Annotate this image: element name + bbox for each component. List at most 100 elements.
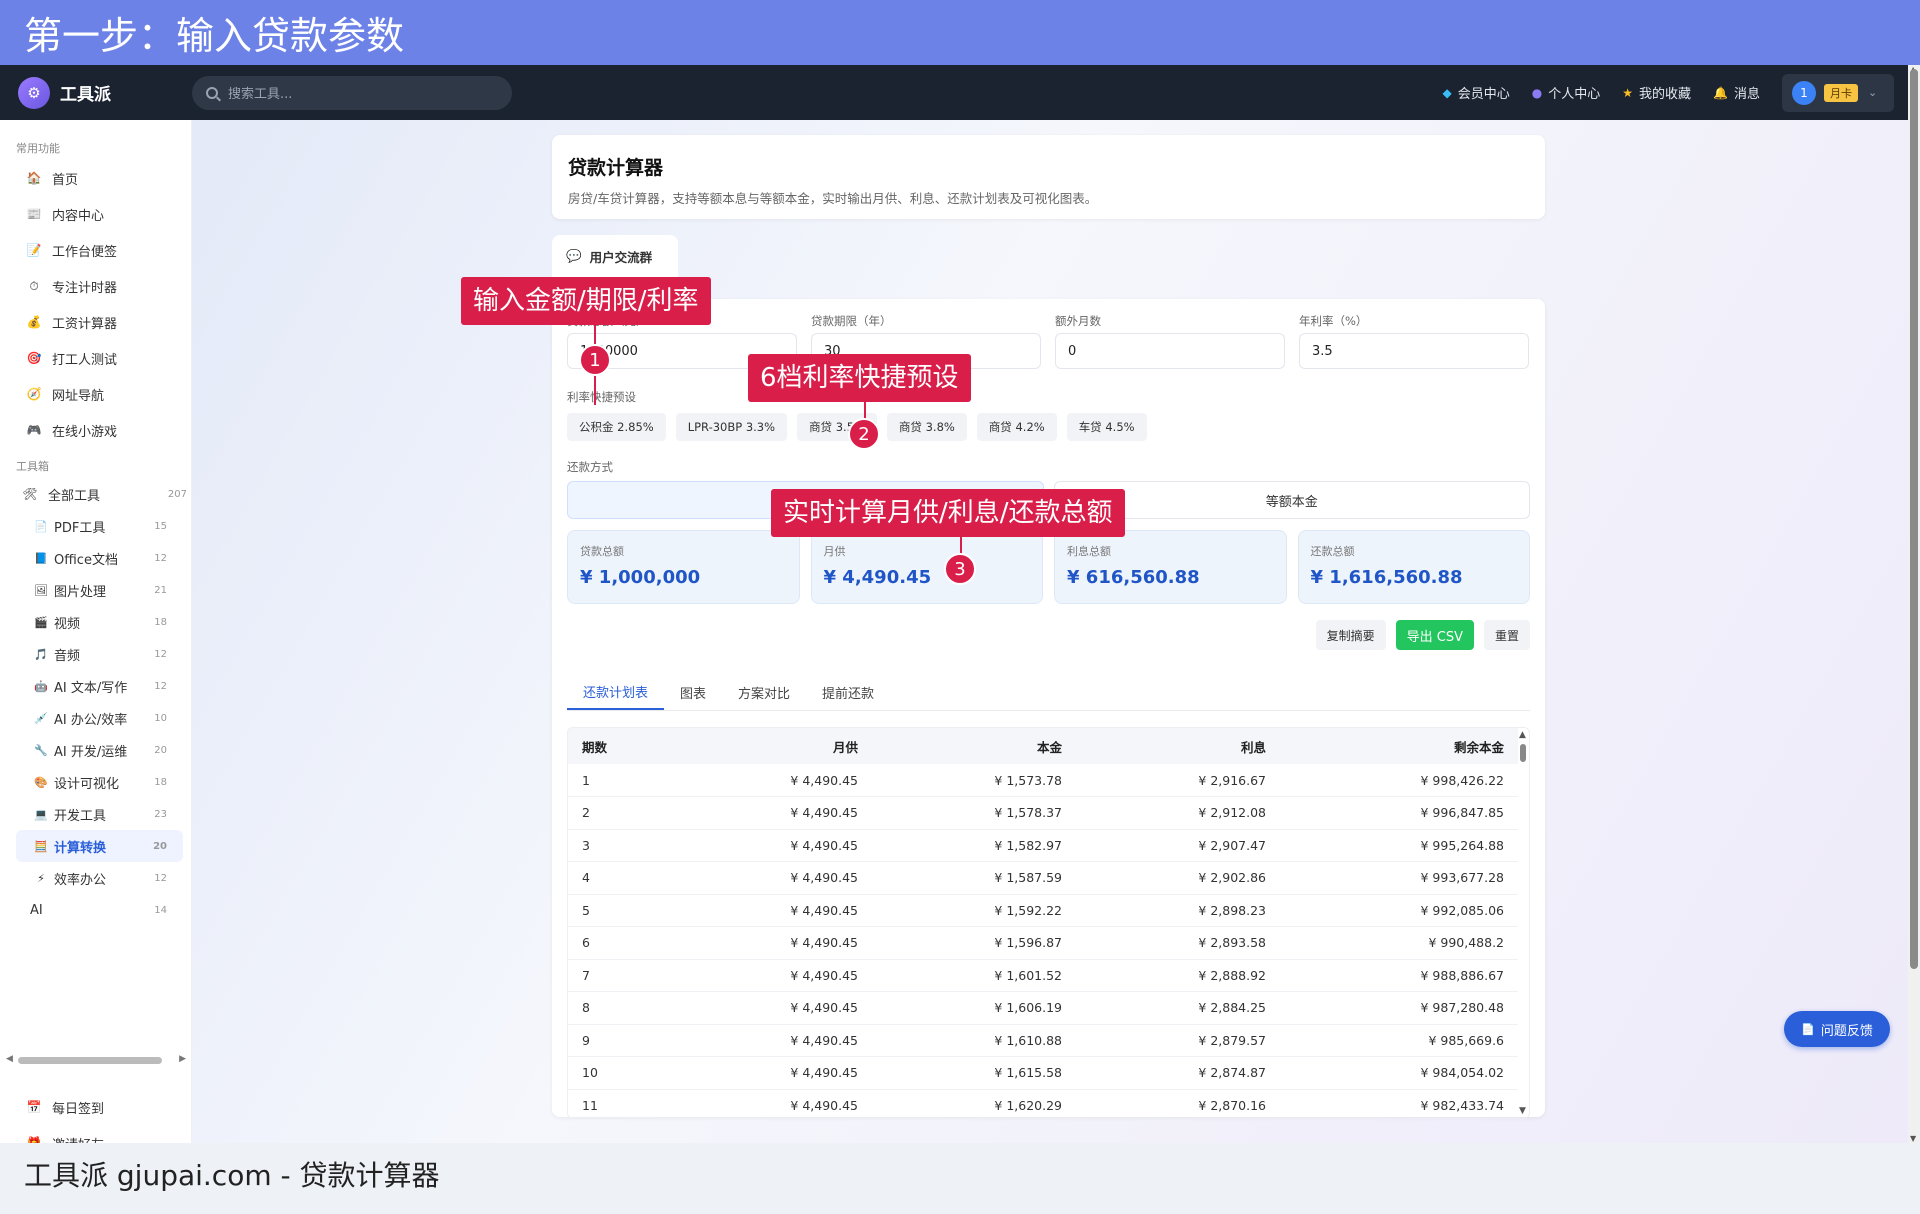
sidebar-horizontal-scrollbar[interactable]: ◀ ▶ (6, 1054, 186, 1066)
search-input[interactable]: 搜索工具... (192, 75, 512, 110)
user-group-tab[interactable]: 💬 用户交流群 (552, 235, 678, 277)
extra-months-input[interactable]: 0 (1055, 333, 1285, 369)
scrollbar-thumb[interactable] (1520, 744, 1526, 762)
stat-label: 还款总额 (1310, 545, 1355, 558)
table-cell: 4 (568, 861, 668, 895)
tab-compare[interactable]: 方案对比 (722, 674, 806, 710)
sidebar-item-count: 20 (153, 840, 167, 852)
sidebar-item-tool[interactable]: 🖼 图片处理 21 (0, 574, 191, 606)
sidebar-item-common[interactable]: ⏱ 专注计时器 (0, 268, 191, 304)
sidebar: 常用功能 🏠 首页 📰 内容中心 📝 工作台便签 ⏱ 专注计时器 💰 工资计算器 🎯 打工人测试 🧭 网址… (0, 120, 192, 1143)
table-cell: ¥ 4,490.45 (668, 991, 872, 1025)
sidebar-item-tool[interactable]: 🔧 AI 开发/运维 20 (0, 734, 191, 766)
sidebar-item-label: 设计可视化 (54, 776, 120, 792)
page-header-card: 贷款计算器 房贷/车贷计算器，支持等额本息与等额本金，实时输出月供、利息、还款计… (552, 135, 1545, 219)
table-cell: ¥ 4,490.45 (668, 764, 872, 797)
stat-total-interest: 利息总额 ¥ 616,560.88 (1054, 530, 1287, 604)
scroll-right-arrow[interactable]: ▶ (179, 1054, 186, 1064)
table-body: 1 ¥ 4,490.45 ¥ 1,573.78 ¥ 2,916.67 ¥ 998,426… (568, 764, 1518, 1118)
reset-button[interactable]: 重置 (1483, 620, 1530, 650)
table-row: 5 ¥ 4,490.45 ¥ 1,592.22 ¥ 2,898.23 ¥ 992,085… (568, 894, 1518, 927)
table-cell: ¥ 2,879.57 (1076, 1024, 1280, 1057)
house-icon: 🏠 (26, 171, 42, 185)
page-scrollbar[interactable]: ▲ ▼ (1908, 65, 1920, 1143)
scrollbar-thumb[interactable] (18, 1057, 162, 1064)
rate-preset-chip[interactable]: 商贷 4.2% (976, 413, 1057, 441)
rate-preset-chip[interactable]: 商贷 3.8% (886, 413, 967, 441)
sidebar-item-label: 网址导航 (52, 388, 105, 404)
export-csv-button[interactable]: 导出 CSV (1395, 620, 1474, 650)
nav-membership[interactable]: ◆ 会员中心 (1443, 83, 1510, 103)
table-cell: ¥ 1,615.58 (872, 1056, 1076, 1090)
user-menu[interactable]: 1 月卡 ⌄ (1782, 73, 1894, 112)
sidebar-item-tool[interactable]: 🎵 音频 12 (0, 638, 191, 670)
callout-step-3: 实时计算月供/利息/还款总额 (771, 489, 1125, 537)
sidebar-item-common[interactable]: 📰 内容中心 (0, 196, 191, 232)
table-header-row: 期数 月供 本金 利息 剩余本金 (568, 728, 1518, 764)
tab-schedule[interactable]: 还款计划表 (567, 674, 665, 710)
nav-profile[interactable]: ● 个人中心 (1532, 83, 1601, 103)
scroll-up-arrow[interactable]: ▲ (1519, 730, 1526, 740)
sidebar-item-tool[interactable]: 🎨 设计可视化 18 (0, 766, 191, 798)
sidebar-item-bottom[interactable]: 🎁 邀请好友 (0, 1125, 192, 1143)
table-cell: ¥ 1,592.22 (872, 894, 1076, 927)
sidebar-item-bottom[interactable]: 📅 每日签到 (0, 1089, 192, 1125)
copy-summary-button[interactable]: 复制摘要 (1315, 620, 1386, 650)
table-row: 1 ¥ 4,490.45 ¥ 1,573.78 ¥ 2,916.67 ¥ 998,426… (568, 764, 1518, 797)
sidebar-item-all-tools[interactable]: 🛠 全部工具 207 (0, 478, 191, 510)
sidebar-item-label: 工资计算器 (52, 316, 118, 332)
table-cell: ¥ 2,902.86 (1076, 861, 1280, 895)
sidebar-item-common[interactable]: 🎮 在线小游戏 (0, 412, 191, 448)
top-bar: ⚙ 工具派 搜索工具... ◆ 会员中心 ● 个人中心 ★ 我的收藏 🔔 消息 1 月卡… (0, 65, 1920, 120)
rate-preset-chip[interactable]: 车贷 4.5% (1066, 413, 1147, 441)
nav-messages[interactable]: 🔔 消息 (1713, 83, 1760, 103)
table-cell: ¥ 1,610.88 (872, 1024, 1076, 1057)
feedback-button[interactable]: 📄 问题反馈 (1784, 1011, 1890, 1047)
sidebar-item-common[interactable]: 🎯 打工人测试 (0, 340, 191, 376)
sidebar-item-common[interactable]: 🧭 网址导航 (0, 376, 191, 412)
table-cell: ¥ 2,893.58 (1076, 926, 1280, 960)
sidebar-item-tool[interactable]: 🎬 视频 18 (0, 606, 191, 638)
annual-rate-input[interactable]: 3.5 (1299, 333, 1529, 369)
sidebar-item-common[interactable]: 💰 工资计算器 (0, 304, 191, 340)
sidebar-item-tool[interactable]: AI 14 (0, 894, 191, 926)
rate-preset-chip[interactable]: 公积金 2.85% (567, 413, 666, 441)
table-scrollbar[interactable]: ▲ ▼ (1517, 728, 1529, 1118)
sidebar-item-label: 开发工具 (54, 808, 107, 824)
sidebar-bottom-list: 📅每日签到🎁邀请好友💬我的反馈 (0, 1089, 192, 1143)
sidebar-item-tool[interactable]: 🧮 计算转换 20 (16, 830, 183, 862)
sidebar-item-common[interactable]: 📝 工作台便签 (0, 232, 191, 268)
table-cell: ¥ 1,606.19 (872, 991, 1076, 1025)
sidebar-item-tool[interactable]: 💉 AI 办公/效率 10 (0, 702, 191, 734)
rate-preset-chip[interactable]: LPR-30BP 3.3% (675, 413, 788, 441)
scroll-down-arrow[interactable]: ▼ (1910, 1134, 1916, 1143)
table-cell: ¥ 2,898.23 (1076, 894, 1280, 927)
sidebar-item-tool[interactable]: 🤖 AI 文本/写作 12 (0, 670, 191, 702)
office-doc-icon: 📘 (34, 551, 48, 565)
tab-prepayment[interactable]: 提前还款 (806, 674, 890, 710)
sidebar-item-tool[interactable]: 💻 开发工具 23 (0, 798, 191, 830)
table-cell: ¥ 1,573.78 (872, 764, 1076, 797)
sidebar-item-tool[interactable]: ⚡ 效率办公 12 (0, 862, 191, 894)
mode-equal-principal-button[interactable]: 等额本金 (1053, 481, 1530, 519)
table-cell: 6 (568, 926, 668, 960)
field-annual-rate: 年利率（%） 3.5 (1299, 313, 1529, 369)
scroll-down-arrow[interactable]: ▼ (1519, 1106, 1526, 1116)
sidebar-item-tool[interactable]: 📘 Office文档 12 (0, 542, 191, 574)
table-cell: ¥ 990,488.2 (1280, 926, 1518, 960)
nav-favorites[interactable]: ★ 我的收藏 (1622, 83, 1691, 103)
sidebar-item-label: 每日签到 (52, 1101, 105, 1117)
common-list: 🏠 首页 📰 内容中心 📝 工作台便签 ⏱ 专注计时器 💰 工资计算器 🎯 打工人测试 🧭 网址导航 🎮 在线… (0, 160, 191, 448)
sidebar-item-count: 10 (154, 712, 167, 724)
scroll-left-arrow[interactable]: ◀ (6, 1054, 13, 1064)
scrollbar-thumb[interactable] (1910, 69, 1918, 969)
tutorial-banner-footer: 工具派 gjupai.com - 贷款计算器 (0, 1143, 1920, 1214)
site-logo[interactable]: ⚙ 工具派 (18, 76, 190, 109)
sidebar-item-tool[interactable]: 📄 PDF工具 15 (0, 510, 191, 542)
star-icon: ★ (1622, 85, 1634, 100)
sidebar-item-common[interactable]: 🏠 首页 (0, 160, 191, 196)
memo-icon: 📝 (26, 243, 42, 257)
callout-number-2: 2 (848, 418, 880, 450)
table-cell: ¥ 4,490.45 (668, 1024, 872, 1057)
tab-chart[interactable]: 图表 (664, 674, 722, 710)
